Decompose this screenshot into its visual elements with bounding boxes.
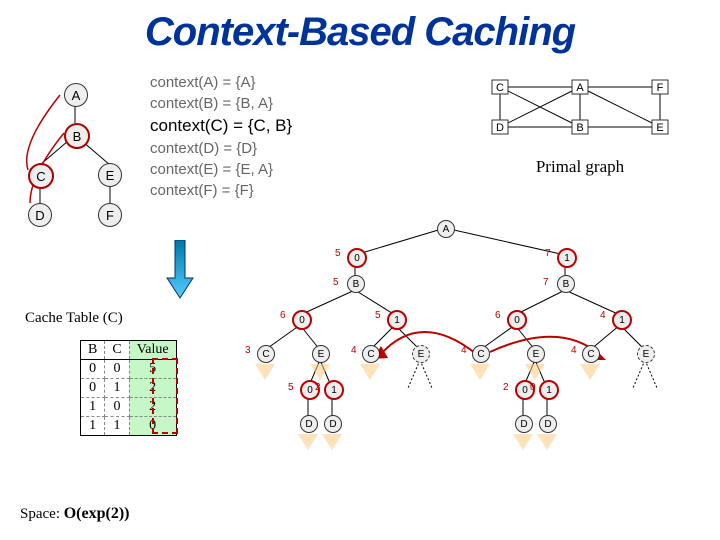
- tree-node-d: D: [28, 203, 52, 227]
- gn-c: C: [362, 345, 380, 363]
- val-0: 0: [530, 382, 536, 393]
- gn-e: E: [527, 345, 545, 363]
- gn-1: 1: [387, 310, 407, 330]
- gn-1: 1: [539, 380, 559, 400]
- val-4d: 4: [461, 345, 467, 356]
- val-4e: 4: [571, 345, 577, 356]
- andor-tree: A 0 5 1 7 B 5 B 7 0 6 1 5 0 6 1 4 C 3 E …: [220, 220, 720, 470]
- table-row: 0 1 2: [81, 379, 177, 398]
- subtree-triangle: [360, 364, 380, 380]
- val-5: 5: [335, 248, 341, 259]
- subtree-triangle: [470, 364, 490, 380]
- space-complexity: Space: O(exp(2)): [20, 505, 130, 523]
- subtree-triangle: [580, 364, 600, 380]
- val-4b: 4: [600, 310, 606, 321]
- gn-1: 1: [557, 248, 577, 268]
- subtree-triangle: [537, 434, 557, 450]
- gn-1: 1: [324, 380, 344, 400]
- val-3: 3: [245, 345, 251, 356]
- context-a: context(A) = {A}: [150, 72, 292, 93]
- context-c: context(C) = {C, B}: [150, 114, 292, 138]
- gn-c: C: [257, 345, 275, 363]
- table-row: 1 1 0: [81, 417, 177, 436]
- subtree-triangle: [255, 364, 275, 380]
- val-4c: 4: [351, 345, 357, 356]
- val-5d: 5: [288, 382, 294, 393]
- cache-col-b: B: [81, 341, 105, 360]
- table-row: 1 0 2: [81, 398, 177, 417]
- gn-e-dash: E: [412, 345, 430, 363]
- gn-0: 0: [347, 248, 367, 268]
- cache-table-title: Cache Table (C): [25, 310, 123, 327]
- gn-0: 0: [507, 310, 527, 330]
- gn-c: C: [472, 345, 490, 363]
- gn-b: B: [347, 275, 365, 293]
- subtree-triangle: [322, 434, 342, 450]
- gn-b: B: [557, 275, 575, 293]
- primal-d: D: [496, 122, 504, 134]
- context-e: context(E) = {E, A}: [150, 159, 292, 180]
- tree-node-c: C: [28, 163, 54, 189]
- tree-node-b: B: [64, 123, 90, 149]
- primal-graph: C A F D B E Primal graph: [470, 72, 690, 177]
- primal-f: F: [657, 82, 664, 94]
- gn-d: D: [300, 415, 318, 433]
- primal-a: A: [576, 82, 584, 94]
- context-b: context(B) = {B, A}: [150, 93, 292, 114]
- gn-0: 0: [292, 310, 312, 330]
- gn-e-dash: E: [637, 345, 655, 363]
- gn-d: D: [515, 415, 533, 433]
- subtree-triangle: [513, 434, 533, 450]
- primal-e: E: [656, 122, 663, 134]
- subtree-triangle: [525, 364, 545, 380]
- gn-d: D: [539, 415, 557, 433]
- val-6: 6: [280, 310, 286, 321]
- tree-node-f: F: [98, 203, 122, 227]
- primal-c: C: [496, 82, 504, 94]
- context-d: context(D) = {D}: [150, 138, 292, 159]
- gn-d: D: [324, 415, 342, 433]
- cache-col-c: C: [105, 341, 129, 360]
- slide-title: Context-Based Caching: [0, 10, 720, 55]
- context-list: context(A) = {A} context(B) = {B, A} con…: [150, 72, 292, 201]
- val-2b: 2: [503, 382, 509, 393]
- table-row: 0 0 5: [81, 360, 177, 379]
- val-2: 2: [315, 382, 321, 393]
- cache-table: B C Value 0 0 5 0 1 2 1 0 2 1 1 0: [80, 340, 177, 436]
- arrow-down-icon: [165, 240, 195, 300]
- gn-a: A: [437, 220, 455, 238]
- subtree-triangle: [298, 434, 318, 450]
- tree-node-e: E: [98, 163, 122, 187]
- val-5b: 5: [333, 277, 339, 288]
- cache-col-value: Value: [129, 341, 176, 360]
- input-tree: A B C E D F: [20, 75, 160, 235]
- val-5c: 5: [375, 310, 381, 321]
- primal-b: B: [576, 122, 583, 134]
- val-7b: 7: [543, 277, 549, 288]
- primal-label: Primal graph: [470, 157, 690, 177]
- gn-c: C: [582, 345, 600, 363]
- subtree-triangle: [310, 364, 330, 380]
- val-7: 7: [545, 248, 551, 259]
- tree-node-a: A: [64, 83, 88, 107]
- gn-e: E: [312, 345, 330, 363]
- val-6b: 6: [495, 310, 501, 321]
- context-f: context(F) = {F}: [150, 180, 292, 201]
- gn-1: 1: [612, 310, 632, 330]
